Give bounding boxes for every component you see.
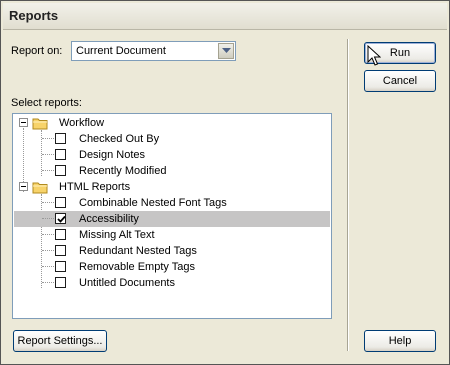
tree-item-missing-alt-text[interactable]: Missing Alt Text — [79, 227, 155, 243]
reports-tree[interactable]: Workflow Checked Out By Design Notes Rec… — [12, 113, 332, 319]
folder-icon — [32, 182, 48, 194]
select-reports-label: Select reports: — [11, 97, 82, 109]
report-on-value: Current Document — [76, 45, 166, 57]
cancel-button[interactable]: Cancel — [364, 70, 436, 92]
tree-group-workflow[interactable]: Workflow — [59, 115, 104, 131]
checkbox-missing-alt-text[interactable] — [55, 229, 66, 240]
checkmark-icon — [57, 215, 66, 223]
folder-icon — [32, 118, 48, 130]
collapse-workflow-icon[interactable] — [19, 118, 28, 127]
tree-group-html-reports[interactable]: HTML Reports — [59, 179, 130, 195]
checkbox-removable-empty-tags[interactable] — [55, 261, 66, 272]
checkbox-checked-out-by[interactable] — [55, 133, 66, 144]
checkbox-accessibility[interactable] — [55, 213, 66, 224]
tree-item-redundant-nested-tags[interactable]: Redundant Nested Tags — [79, 243, 197, 259]
tree-item-untitled-documents[interactable]: Untitled Documents — [79, 275, 175, 291]
report-settings-button[interactable]: Report Settings... — [13, 330, 107, 352]
report-on-label: Report on: — [11, 45, 63, 57]
tree-item-design-notes[interactable]: Design Notes — [79, 147, 145, 163]
tree-item-combinable-nested-font-tags[interactable]: Combinable Nested Font Tags — [79, 195, 227, 211]
vertical-separator — [347, 39, 349, 351]
checkbox-redundant-nested-tags[interactable] — [55, 245, 66, 256]
checkbox-recently-modified[interactable] — [55, 165, 66, 176]
checkbox-untitled-documents[interactable] — [55, 277, 66, 288]
mouse-pointer-icon — [367, 45, 381, 66]
checkbox-design-notes[interactable] — [55, 149, 66, 160]
reports-dialog: Reports Report on: Current Document Sele… — [0, 0, 450, 365]
collapse-html-reports-icon[interactable] — [19, 182, 28, 191]
tree-item-checked-out-by[interactable]: Checked Out By — [79, 131, 159, 147]
tree-item-recently-modified[interactable]: Recently Modified — [79, 163, 166, 179]
help-button[interactable]: Help — [364, 330, 436, 352]
chevron-down-icon[interactable] — [218, 43, 234, 59]
dialog-title: Reports — [9, 8, 59, 23]
title-bar[interactable]: Reports — [3, 3, 447, 30]
checkbox-combinable-nested-font-tags[interactable] — [55, 197, 66, 208]
tree-item-removable-empty-tags[interactable]: Removable Empty Tags — [79, 259, 195, 275]
report-on-select[interactable]: Current Document — [71, 41, 236, 61]
tree-item-accessibility[interactable]: Accessibility — [79, 211, 139, 227]
